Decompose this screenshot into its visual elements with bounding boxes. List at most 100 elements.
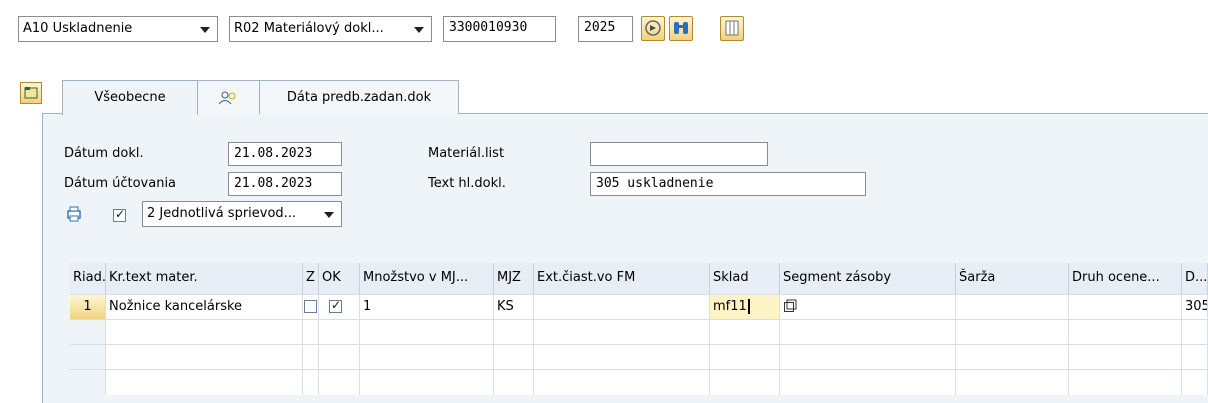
empty-cell[interactable] [303,370,319,395]
tab-partner[interactable] [196,80,262,114]
chevron-down-icon [414,27,424,33]
quantity-cell[interactable]: 1 [360,295,494,320]
document-number-field[interactable]: 3300010930 [443,16,556,42]
empty-cell[interactable] [780,370,956,395]
empty-cell[interactable] [1182,345,1208,370]
empty-cell[interactable] [303,345,319,370]
empty-cell[interactable] [534,370,710,395]
empty-cell[interactable] [106,345,303,370]
storage-cell[interactable]: mf11 [710,295,780,320]
transaction-select[interactable]: A10 Uskladnenie [18,16,218,42]
material-text-cell[interactable]: Nožnice kancelárske [106,295,303,320]
col-header-unit[interactable]: MJZ [494,263,534,294]
empty-cell[interactable] [303,320,319,345]
empty-cell[interactable] [319,345,360,370]
chevron-down-icon [324,212,334,218]
transaction-value: A10 Uskladnenie [23,21,133,36]
find-button[interactable] [669,16,693,41]
empty-cell[interactable] [319,370,360,395]
ok-cell[interactable] [319,295,360,320]
valuation-cell[interactable] [1069,295,1182,320]
year-field[interactable]: 2025 [578,16,633,42]
empty-cell[interactable] [956,320,1069,345]
empty-cell[interactable] [494,320,534,345]
empty-cell[interactable] [494,345,534,370]
header-text-label: Text hl.dokl. [428,176,506,191]
empty-cell[interactable] [106,320,303,345]
empty-cell[interactable] [1069,320,1182,345]
tab-label: Všeobecne [94,90,166,105]
empty-cell[interactable] [494,370,534,395]
row-line-button[interactable] [70,345,106,370]
col-header-quantity[interactable]: Množstvo v MJ... [360,263,494,294]
ok-checkbox[interactable] [329,298,342,313]
col-header-material-text[interactable]: Kr.text mater. [106,263,303,294]
empty-cell[interactable] [1182,370,1208,395]
empty-cell[interactable] [1069,370,1182,395]
col-header-storage[interactable]: Sklad [710,263,780,294]
grid-button[interactable] [720,16,744,41]
empty-cell[interactable] [1182,320,1208,345]
col-header-line[interactable]: Riad. [70,263,106,294]
empty-cell[interactable] [534,320,710,345]
row-line-button[interactable] [70,320,106,345]
print-checkbox[interactable] [113,207,126,222]
unit-cell[interactable]: KS [494,295,534,320]
header-toggle-button[interactable] [20,82,42,104]
empty-cell[interactable] [360,345,494,370]
empty-cell[interactable] [710,370,780,395]
reference-select[interactable]: R02 Materiálový dokl... [229,16,432,42]
print-icon[interactable] [65,205,83,227]
reference-value: R02 Materiálový dokl... [234,21,384,36]
empty-cell[interactable] [710,320,780,345]
posting-date-label: Dátum účtovania [64,176,177,191]
empty-cell[interactable] [106,370,303,395]
partner-icon [218,91,236,105]
chevron-down-icon [200,27,210,33]
empty-cell[interactable] [360,370,494,395]
segment-cell[interactable] [780,295,956,320]
d-cell[interactable]: 305 [1182,295,1208,320]
storage-value: mf11 [713,299,747,314]
material-slip-field[interactable] [590,142,768,166]
col-header-ok[interactable]: OK [319,263,360,294]
tab-data-predb[interactable]: Dáta predb.zadan.dok [259,80,459,114]
empty-cell[interactable] [1069,345,1182,370]
print-option-select[interactable]: 2 Jednotlivá sprievod... [142,201,342,227]
folder-icon [24,87,38,99]
ext-amount-cell[interactable] [534,295,710,320]
tab-label: Dáta predb.zadan.dok [286,90,432,105]
row-line-button[interactable]: 1 [70,295,106,320]
col-header-d[interactable]: D... [1182,263,1208,294]
table-row[interactable] [70,344,1208,370]
value-help-icon[interactable] [783,299,797,313]
empty-cell[interactable] [780,345,956,370]
execute-button[interactable] [641,16,665,41]
col-header-segment[interactable]: Segment zásoby [780,263,956,294]
table-row[interactable] [70,319,1208,345]
table-row[interactable]: 1 Nožnice kancelárske 1 KS mf11 305 [70,294,1208,320]
z-checkbox[interactable] [304,300,317,313]
col-header-ext-amount[interactable]: Ext.čiast.vo FM [534,263,710,294]
posting-date-field[interactable]: 21.08.2023 [228,172,342,196]
text-cursor [747,299,750,314]
header-text-field[interactable]: 305 uskladnenie [590,172,866,196]
empty-cell[interactable] [319,320,360,345]
empty-cell[interactable] [360,320,494,345]
tab-vseobecne[interactable]: Všeobecne [62,80,198,115]
empty-cell[interactable] [956,370,1069,395]
empty-cell[interactable] [780,320,956,345]
print-option-value: 2 Jednotlivá sprievod... [147,206,297,221]
table-row[interactable] [70,369,1208,395]
col-header-z[interactable]: Z [303,263,319,294]
col-header-batch[interactable]: Šarža [956,263,1069,294]
doc-date-field[interactable]: 21.08.2023 [228,142,342,166]
col-header-valuation[interactable]: Druh ocene... [1069,263,1182,294]
empty-cell[interactable] [534,345,710,370]
row-line-button[interactable] [70,370,106,395]
execute-icon [645,20,661,36]
empty-cell[interactable] [956,345,1069,370]
batch-cell[interactable] [956,295,1069,320]
empty-cell[interactable] [710,345,780,370]
z-cell[interactable] [303,295,319,320]
